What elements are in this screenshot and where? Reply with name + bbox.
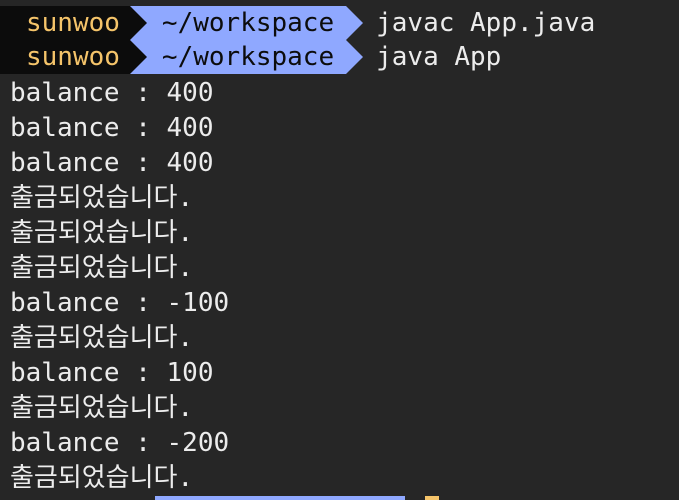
output-line: 출금되었습니다.	[10, 183, 194, 213]
prompt-dir: ~/workspace	[161, 42, 335, 72]
terminal-output: balance : 400 balance : 400 balance : 40…	[0, 76, 679, 496]
prompt-user: sunwoo	[26, 42, 120, 72]
output-line: 출금되었습니다.	[10, 393, 194, 423]
command-text: javac App.java	[376, 8, 596, 38]
output-line: balance : 400	[10, 148, 214, 178]
output-line: 출금되었습니다.	[10, 253, 194, 283]
prompt-user-segment: sunwoo	[0, 40, 147, 74]
output-line: balance : -200	[10, 428, 230, 458]
output-line: 출금되었습니다.	[10, 218, 194, 248]
powerline-arrow-icon	[129, 40, 147, 74]
next-prompt-dir-segment	[155, 496, 405, 500]
prompt-dir-segment: ~/workspace	[129, 40, 364, 74]
cursor-block	[425, 496, 439, 500]
prompt-line-1: sunwoo ~/workspace javac App.java	[0, 6, 679, 40]
output-line: 출금되었습니다.	[10, 323, 194, 353]
powerline-arrow-icon	[346, 40, 364, 74]
command-text: java App	[376, 42, 502, 72]
output-line: balance : -100	[10, 288, 230, 318]
output-line: 출금되었습니다.	[10, 463, 194, 493]
output-line: balance : 400	[10, 78, 214, 108]
prompt-user-segment: sunwoo	[0, 6, 147, 40]
powerline-arrow-icon	[346, 6, 364, 40]
prompt-dir-segment: ~/workspace	[129, 6, 364, 40]
powerline-arrow-icon	[129, 6, 147, 40]
prompt-dir: ~/workspace	[161, 8, 335, 38]
terminal-window[interactable]: sunwoo ~/workspace javac App.java sunwoo…	[0, 6, 679, 500]
output-line: balance : 100	[10, 358, 214, 388]
output-line: balance : 400	[10, 113, 214, 143]
prompt-user: sunwoo	[26, 8, 120, 38]
prompt-line-2: sunwoo ~/workspace java App	[0, 40, 679, 74]
